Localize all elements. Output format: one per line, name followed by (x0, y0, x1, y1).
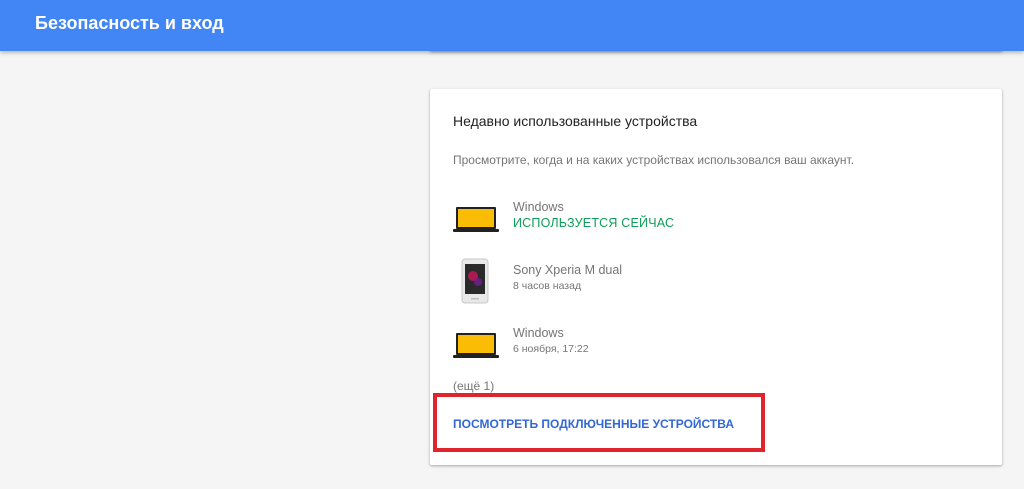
device-last-used: 8 часов назад (513, 280, 582, 292)
laptop-icon (453, 207, 499, 232)
card-description: Просмотрите, когда и на каких устройства… (453, 153, 855, 167)
device-status: ИСПОЛЬЗУЕТСЯ СЕЙЧАС (513, 216, 675, 230)
device-item-windows-past[interactable]: Windows 6 ноября, 17:22 (453, 326, 973, 376)
device-last-used: 6 ноября, 17:22 (513, 343, 589, 355)
device-name: Sony Xperia M dual (513, 263, 623, 277)
page-title: Безопасность и вход (35, 13, 224, 33)
laptop-icon (453, 333, 499, 358)
top-app-bar: Безопасность и вход (0, 0, 1024, 51)
device-name: Windows (513, 326, 564, 340)
device-name: Windows (513, 200, 564, 214)
device-item-sony-xperia[interactable]: Sony Xperia M dual 8 часов назад (453, 258, 973, 313)
device-item-windows-current[interactable]: Windows ИСПОЛЬЗУЕТСЯ СЕЙЧАС (453, 200, 973, 250)
card-title: Недавно использованные устройства (453, 113, 698, 129)
more-devices-count: (ещё 1) (453, 379, 495, 393)
phone-icon (461, 258, 489, 304)
view-connected-devices-link[interactable]: ПОСМОТРЕТЬ ПОДКЛЮЧЕННЫЕ УСТРОЙСТВА (453, 417, 734, 431)
recent-devices-card: Недавно использованные устройства Просмо… (430, 89, 1002, 465)
